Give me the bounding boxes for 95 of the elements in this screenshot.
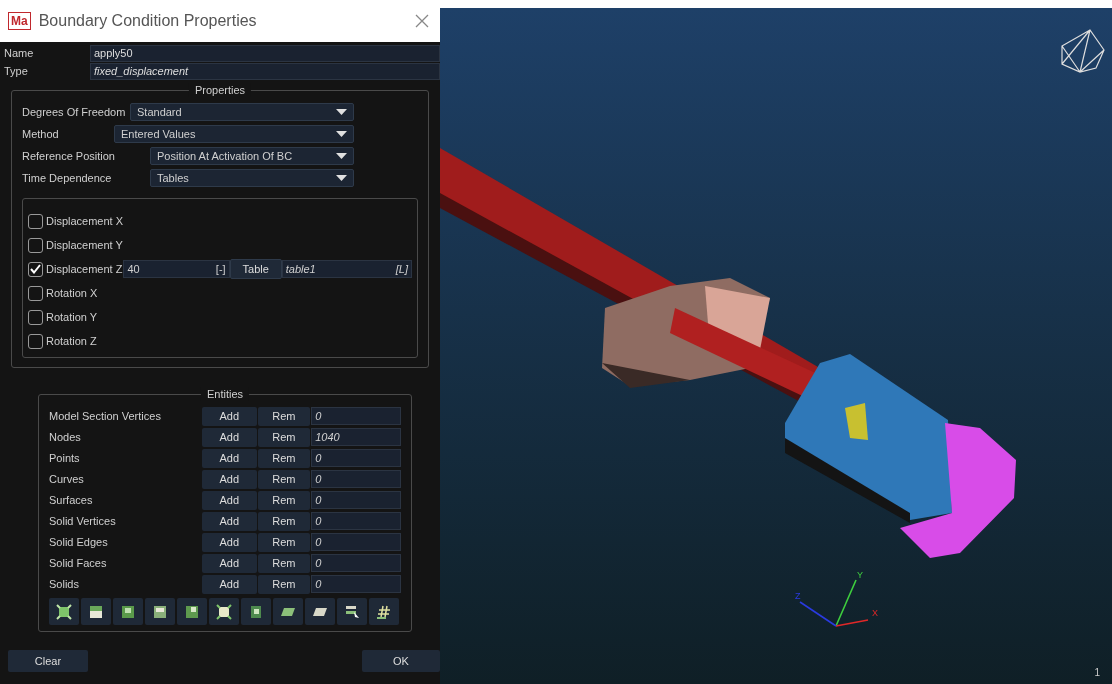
tool-button[interactable]	[49, 598, 79, 625]
checkbox-label: Rotation X	[46, 285, 98, 301]
tool-button[interactable]	[305, 598, 335, 625]
dropdown[interactable]: Tables	[150, 169, 354, 187]
count-field[interactable]: 0	[311, 407, 401, 425]
node-select-icon	[214, 601, 234, 622]
dropdown-label: Degrees Of Freedom	[22, 104, 127, 120]
check-icon	[30, 264, 41, 274]
tool-button[interactable]	[177, 598, 207, 625]
count-field[interactable]: 0	[311, 470, 401, 488]
remove-button[interactable]: Rem	[257, 490, 311, 510]
table-field[interactable]: table1 [L]	[281, 260, 412, 278]
caret-icon	[336, 109, 347, 115]
clear-button[interactable]: Clear	[8, 650, 88, 672]
axis-label: X	[872, 608, 878, 618]
count-field[interactable]: 0	[311, 533, 401, 551]
dropdown-label: Method	[22, 126, 60, 142]
remove-button[interactable]: Rem	[257, 574, 311, 594]
remove-button[interactable]: Rem	[257, 406, 311, 426]
checkbox[interactable]	[28, 213, 43, 229]
add-button[interactable]: Add	[202, 448, 257, 468]
count-field[interactable]: 0	[311, 512, 401, 530]
add-button[interactable]: Add	[202, 490, 257, 510]
tool-button[interactable]	[337, 598, 367, 625]
text-field[interactable]: fixed_displacement	[90, 63, 440, 80]
entity-label: Solid Vertices	[49, 513, 117, 529]
field-label: Type	[3, 64, 29, 80]
checkbox-label: Rotation Z	[46, 333, 97, 349]
tool-button[interactable]	[81, 598, 111, 625]
field-label: Name	[3, 46, 35, 62]
axis-triad-icon	[799, 579, 869, 627]
remove-button[interactable]: Rem	[257, 511, 311, 531]
checkbox-label: Displacement X	[46, 213, 124, 229]
count-field[interactable]: 1040	[311, 428, 401, 446]
entity-label: Nodes	[49, 429, 82, 445]
checked-checkbox[interactable]	[28, 261, 43, 277]
caret-icon	[336, 153, 347, 159]
count-field[interactable]: 0	[311, 491, 401, 509]
entity-label: Solid Faces	[49, 555, 108, 571]
remove-button[interactable]: Rem	[257, 469, 311, 489]
dropdown-label: Time Dependence	[22, 170, 113, 186]
add-button[interactable]: Add	[202, 532, 257, 552]
3d-viewport[interactable]: X Y Z 1	[440, 8, 1112, 684]
view-number: 1	[1094, 666, 1100, 680]
checkbox-label: Rotation Y	[46, 309, 98, 325]
tool-button[interactable]	[209, 598, 239, 625]
remove-button[interactable]: Rem	[257, 427, 311, 447]
entity-label: Curves	[49, 471, 85, 487]
dropdown[interactable]: Position At Activation Of BC	[150, 147, 354, 165]
view-cube-icon	[1061, 29, 1105, 73]
tool-button[interactable]	[273, 598, 303, 625]
entity-label: Model Section Vertices	[49, 408, 162, 424]
dropdown[interactable]: Entered Values	[114, 125, 354, 143]
count-field[interactable]: 0	[311, 449, 401, 467]
text-field[interactable]: apply50	[90, 45, 440, 62]
tool-button[interactable]	[145, 598, 175, 625]
remove-button[interactable]: Rem	[257, 532, 311, 552]
checkbox[interactable]	[28, 237, 43, 253]
checkbox-label: Displacement Y	[46, 237, 123, 253]
checkbox-label: Displacement Z	[46, 261, 123, 277]
add-button[interactable]: Add	[202, 406, 257, 426]
close-icon	[415, 14, 429, 28]
add-button[interactable]: Add	[202, 574, 257, 594]
node-select-icon	[54, 601, 74, 622]
add-button[interactable]: Add	[202, 553, 257, 573]
entity-label: Solids	[49, 576, 80, 592]
axis-label: Z	[795, 591, 801, 601]
add-button[interactable]: Add	[202, 511, 257, 531]
count-field[interactable]: 0	[311, 554, 401, 572]
ok-button[interactable]: OK	[362, 650, 440, 672]
checkbox[interactable]	[28, 309, 43, 325]
add-button[interactable]: Add	[202, 427, 257, 447]
window-title: Boundary Condition Properties	[38, 11, 258, 31]
checkbox[interactable]	[28, 285, 43, 301]
group-title: Entities	[200, 387, 250, 401]
caret-icon	[336, 131, 347, 137]
tool-button[interactable]	[113, 598, 143, 625]
tool-button[interactable]	[369, 598, 399, 625]
axis-label: Y	[857, 570, 863, 580]
count-field[interactable]: 0	[311, 575, 401, 593]
group-title: Properties	[188, 83, 252, 97]
entity-label: Solid Edges	[49, 534, 109, 550]
value-field[interactable]: 40 [-]	[123, 260, 230, 278]
app-logo: Ma	[8, 12, 31, 30]
entity-label: Surfaces	[49, 492, 94, 508]
table-button[interactable]: Table	[229, 259, 282, 279]
remove-button[interactable]: Rem	[257, 553, 311, 573]
checkbox[interactable]	[28, 333, 43, 349]
add-button[interactable]: Add	[202, 469, 257, 489]
caret-icon	[336, 175, 347, 181]
dropdown[interactable]: Standard	[130, 103, 354, 121]
entity-label: Points	[49, 450, 81, 466]
dropdown-label: Reference Position	[22, 148, 116, 164]
tool-button[interactable]	[241, 598, 271, 625]
remove-button[interactable]: Rem	[257, 448, 311, 468]
